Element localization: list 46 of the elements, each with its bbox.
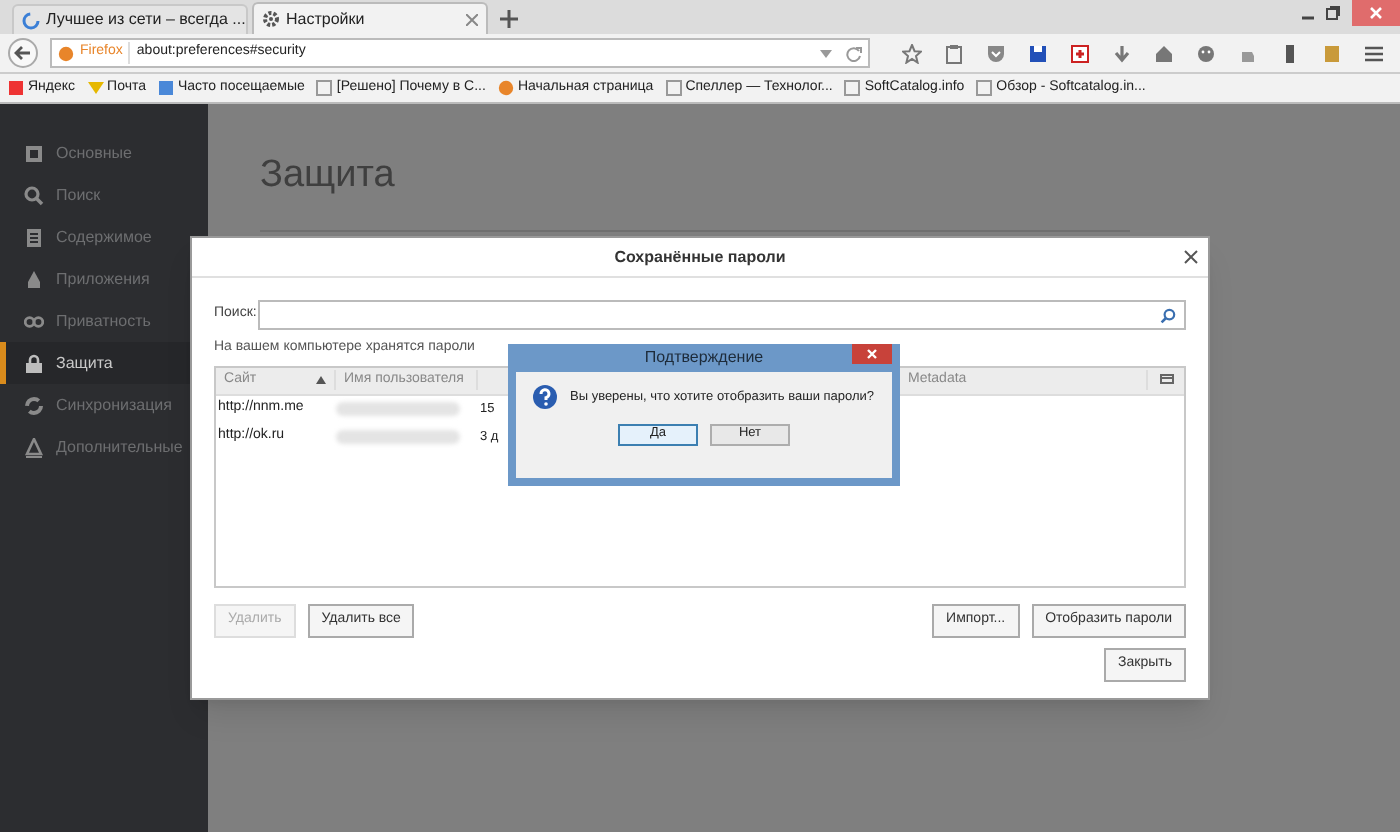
bookmark-favicon-icon — [87, 80, 104, 96]
bookmark-favicon-icon — [158, 80, 174, 96]
new-tab-icon[interactable] — [500, 10, 518, 28]
sort-ascending-icon — [316, 376, 326, 384]
document-icon — [24, 227, 44, 247]
mask-icon — [24, 311, 44, 331]
close-icon[interactable] — [1184, 250, 1198, 264]
bookmark-favicon-icon — [497, 80, 514, 96]
star-icon[interactable] — [902, 43, 922, 63]
home-icon[interactable] — [1154, 43, 1174, 63]
bookmark-favicon-icon — [8, 80, 24, 96]
close-icon[interactable] — [1352, 0, 1400, 26]
sync-icon — [24, 395, 44, 415]
pocket-icon[interactable] — [986, 43, 1006, 63]
page-icon — [976, 80, 993, 96]
menu-icon[interactable] — [1364, 43, 1384, 63]
dialog-title: Подтверждение — [644, 346, 764, 370]
search-icon — [24, 185, 44, 205]
back-icon[interactable] — [8, 38, 38, 68]
blurred-username — [336, 430, 460, 444]
page-icon — [844, 80, 861, 96]
page-heading: Защита — [260, 152, 395, 200]
browser-tab[interactable]: Настройки — [252, 2, 488, 34]
browser-tab[interactable]: Лучшее из сети – всегда ... — [12, 4, 248, 34]
maximize-icon[interactable] — [1326, 6, 1340, 20]
search-field[interactable] — [258, 300, 1186, 330]
lock-icon — [24, 353, 44, 373]
gear-icon — [262, 10, 280, 28]
plus-square-icon[interactable] — [1070, 43, 1090, 63]
square-icon — [24, 143, 44, 163]
firefox-icon — [58, 45, 74, 61]
close-icon[interactable] — [852, 344, 892, 364]
column-picker-icon[interactable] — [1159, 374, 1173, 386]
blurred-username — [336, 402, 460, 416]
close-icon[interactable] — [466, 13, 478, 25]
search-icon — [1160, 307, 1176, 323]
page-icon — [316, 80, 333, 96]
dropdown-icon[interactable] — [820, 49, 832, 57]
dialog-title: Сохранённые пароли — [614, 245, 786, 269]
reload-icon[interactable] — [846, 45, 862, 61]
question-icon — [532, 384, 558, 410]
download-icon[interactable] — [1112, 43, 1132, 63]
clipboard-icon[interactable] — [944, 43, 964, 63]
smiley-icon[interactable] — [1196, 43, 1216, 63]
page-icon — [665, 80, 682, 96]
loading-icon — [22, 11, 40, 29]
